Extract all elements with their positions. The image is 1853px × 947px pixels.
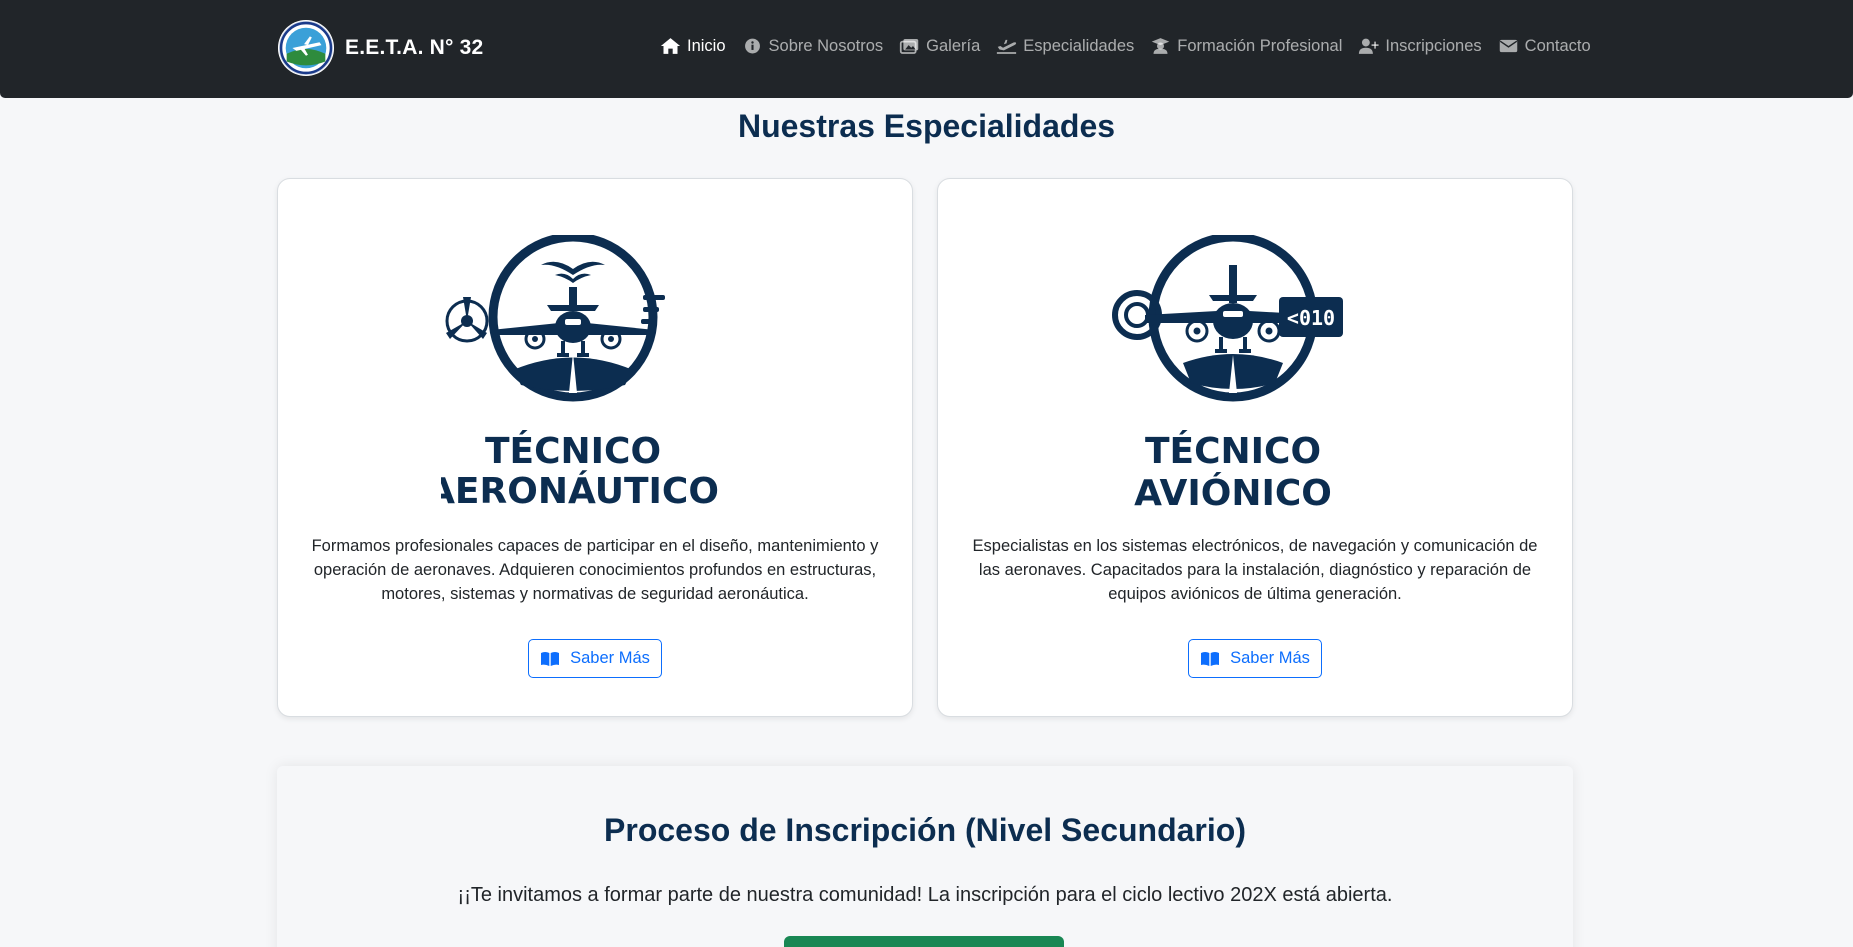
aeronautico-logo-line1: TÉCNICO bbox=[485, 430, 661, 472]
inscripcion-title: Proceso de Inscripción (Nivel Secundario… bbox=[604, 812, 1246, 848]
nav-item-sobre-nosotros[interactable]: Sobre Nosotros bbox=[742, 36, 884, 56]
inscripcion-text: ¡¡Te invitamos a formar parte de nuestra… bbox=[457, 884, 1393, 906]
saber-mas-aeronautico-button[interactable]: Saber Más bbox=[528, 639, 662, 678]
especialidades-title: Nuestras Especialidades bbox=[737, 108, 1116, 144]
nav-label-galeria: Galería bbox=[926, 36, 981, 55]
nav-item-inscripciones[interactable]: Inscripciones bbox=[1358, 36, 1482, 56]
aeronautico-description: Formamos profesionales capaces de partic… bbox=[311, 537, 879, 603]
aeronautico-logo-line2: AERONÁUTICO bbox=[441, 470, 719, 510]
avionico-description: Especialistas en los sistemas electrónic… bbox=[972, 537, 1538, 603]
nav-label-sobre-nosotros: Sobre Nosotros bbox=[768, 36, 884, 55]
nav-item-galeria[interactable]: Galería bbox=[899, 37, 980, 56]
nav-label-especialidades: Especialidades bbox=[1023, 36, 1135, 55]
plane-departure-icon bbox=[997, 39, 1017, 54]
avionico-logo-line1: TÉCNICO bbox=[1145, 430, 1321, 472]
card-tecnico-avionico: <010 TÉCNICO AVIÓNICO Especialistas en l… bbox=[937, 178, 1573, 717]
open-book-icon bbox=[1201, 651, 1220, 666]
images-icon bbox=[900, 39, 919, 54]
navbar: E.E.T.A. N° 32 Inicio Sobre Nosotros Gal… bbox=[0, 0, 1853, 98]
avionico-logo: <010 TÉCNICO AVIÓNICO bbox=[1112, 235, 1343, 510]
nav-item-formacion-profesional[interactable]: Formación Profesional bbox=[1150, 37, 1342, 56]
nav-item-contacto[interactable]: Contacto bbox=[1498, 37, 1591, 56]
nav-item-inicio[interactable]: Inicio bbox=[660, 37, 726, 56]
avionico-logo-line2: AVIÓNICO bbox=[1134, 472, 1332, 510]
brand-name: E.E.T.A. N° 32 bbox=[345, 36, 484, 59]
inscripcion-button[interactable] bbox=[784, 936, 1064, 947]
main-nav: Inicio Sobre Nosotros Galería Especialid… bbox=[660, 34, 1591, 58]
card-tecnico-aeronautico: TÉCNICO AERONÁUTICO Formamos profesional… bbox=[277, 178, 913, 717]
nav-label-contacto: Contacto bbox=[1524, 36, 1591, 55]
avionico-logo-badge: <010 bbox=[1287, 306, 1335, 330]
inscripcion-section: Proceso de Inscripción (Nivel Secundario… bbox=[277, 766, 1573, 947]
user-plus-icon bbox=[1359, 38, 1379, 54]
envelope-icon bbox=[1499, 39, 1517, 53]
nav-label-inscripciones: Inscripciones bbox=[1385, 36, 1482, 55]
aeronautico-logo: TÉCNICO AERONÁUTICO bbox=[441, 235, 719, 510]
school-logo-icon bbox=[277, 19, 335, 77]
brand-link[interactable]: E.E.T.A. N° 32 bbox=[277, 18, 483, 78]
nav-item-especialidades[interactable]: Especialidades bbox=[996, 37, 1134, 56]
saber-mas-avionico-label: Saber Más bbox=[1230, 649, 1310, 667]
nav-label-formacion-profesional: Formación Profesional bbox=[1177, 36, 1343, 55]
home-icon bbox=[660, 38, 681, 54]
saber-mas-aeronautico-label: Saber Más bbox=[570, 649, 650, 667]
saber-mas-avionico-button[interactable]: Saber Más bbox=[1188, 639, 1322, 678]
open-book-icon bbox=[541, 651, 560, 666]
info-circle-icon bbox=[744, 38, 760, 54]
graduate-icon bbox=[1152, 38, 1170, 54]
nav-label-inicio: Inicio bbox=[687, 36, 726, 55]
